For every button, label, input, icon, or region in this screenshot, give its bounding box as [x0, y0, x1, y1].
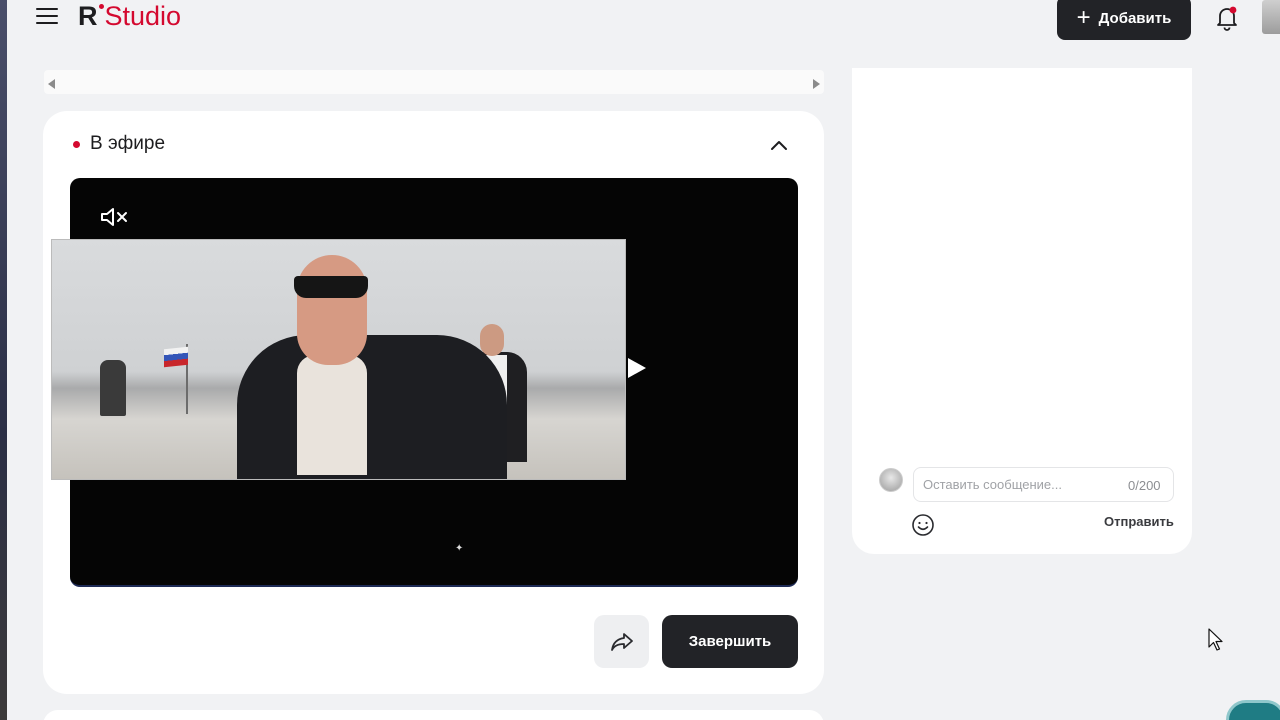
- share-icon: [610, 632, 633, 651]
- smiley-icon[interactable]: [911, 513, 935, 537]
- live-status-dot: [73, 140, 80, 148]
- avatar: [879, 468, 903, 492]
- chat-panel: 0/200 Отправить: [852, 68, 1192, 554]
- plus-icon: +: [1076, 4, 1091, 31]
- share-button[interactable]: [594, 615, 649, 668]
- chat-widget-button[interactable]: [1226, 700, 1280, 720]
- main-person-head: [297, 255, 367, 365]
- live-panel: В эфире ✦ Завершить: [43, 111, 824, 694]
- video-frame: [51, 239, 626, 480]
- video-player[interactable]: ✦: [51, 178, 798, 587]
- left-window-edge: [0, 0, 7, 720]
- horizontal-scrollbar[interactable]: [44, 70, 824, 94]
- scroll-left-icon[interactable]: [48, 79, 55, 89]
- speaker-muted-icon[interactable]: [100, 206, 130, 228]
- main-person-body: [237, 335, 507, 479]
- live-header: В эфире: [73, 133, 165, 155]
- live-title: В эфире: [90, 133, 166, 154]
- crosshair-icon: ✦: [455, 543, 464, 554]
- right-person-head: [480, 324, 504, 356]
- character-counter: 0/200: [1128, 478, 1161, 493]
- finish-button[interactable]: Завершить: [662, 615, 798, 668]
- logo[interactable]: R Studio: [78, 1, 181, 33]
- mouse-pointer-icon: [1208, 628, 1223, 651]
- bell-icon[interactable]: [1214, 4, 1240, 32]
- flag: [164, 346, 188, 368]
- user-avatar[interactable]: [1262, 0, 1280, 34]
- add-button[interactable]: + Добавить: [1057, 0, 1191, 40]
- hamburger-icon[interactable]: [36, 8, 58, 26]
- chevron-up-icon[interactable]: [769, 135, 789, 155]
- main-person-shirt: [297, 355, 367, 475]
- next-panel: [43, 710, 824, 720]
- send-button[interactable]: Отправить: [1104, 514, 1174, 529]
- logo-r: R: [78, 1, 98, 31]
- sunglasses: [294, 276, 368, 298]
- play-icon[interactable]: [628, 358, 646, 378]
- background-person: [100, 360, 126, 416]
- scroll-right-icon[interactable]: [813, 79, 820, 89]
- logo-dot: [98, 4, 104, 9]
- logo-studio: Studio: [104, 1, 182, 31]
- top-header: R Studio + Добавить: [0, 0, 1280, 40]
- add-button-label: Добавить: [1098, 9, 1172, 27]
